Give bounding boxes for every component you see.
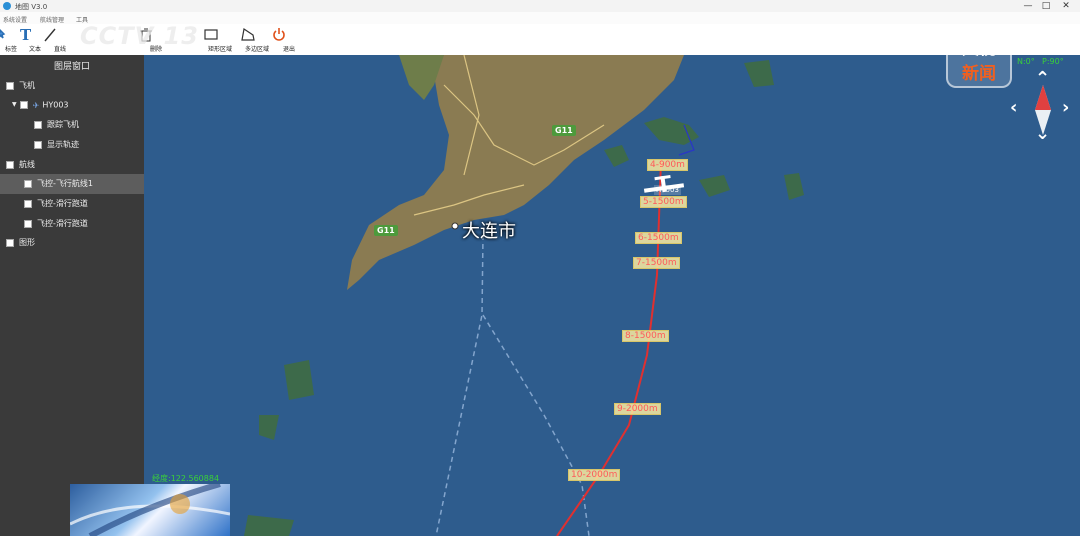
waypoint-label[interactable]: 4-900m (647, 159, 688, 171)
tree-label: 飞机 (19, 81, 35, 90)
checkbox[interactable] (34, 140, 42, 149)
layer-panel: 图层窗口 飞机 ▼ ✈ HY003 跟踪飞机 显示轨迹 航线 飞控-飞行航线1 飞控… (0, 55, 161, 536)
tool-exit-text: 退出 (282, 46, 295, 53)
waypoint-label[interactable]: 6-1500m (635, 232, 682, 244)
tree-item-show-track[interactable]: 显示轨迹 (34, 135, 79, 155)
pan-up-icon[interactable]: ⌃ (1035, 68, 1050, 89)
tree-item-shapes[interactable]: 图形 (6, 233, 35, 253)
pin-icon (0, 28, 6, 39)
waypoint-label[interactable]: 9-2000m (614, 403, 661, 415)
line-icon (44, 28, 56, 42)
broadcast-graphic (70, 484, 230, 536)
map-view[interactable]: 大连市 G11 G11 4-900m HY003 5-1500m 6-1500m… (144, 55, 1080, 536)
layer-panel-title: 图层窗口 (53, 62, 90, 72)
maximize-button[interactable]: □ (1036, 1, 1056, 11)
tool-rect-button[interactable]: 矩形区域 (203, 26, 237, 53)
title-bar: 地图 V3.0 — □ ✕ (0, 0, 1080, 12)
cctv-news-logo: 央视 新闻 (946, 55, 1012, 88)
cctv-watermark: CCTV 13 (80, 22, 199, 50)
island (284, 360, 314, 400)
waypoint-label[interactable]: 7-1500m (633, 257, 680, 269)
window-title: 地图 V3.0 (15, 3, 48, 11)
highway-shield: G11 (374, 225, 398, 236)
tree-item-route-2[interactable]: 飞控-滑行跑道 (24, 194, 88, 214)
checkbox[interactable] (6, 160, 14, 169)
tree-item-routes[interactable]: 航线 (6, 155, 35, 175)
checkbox[interactable] (24, 179, 32, 188)
tree-label: 飞控-滑行跑道 (37, 219, 88, 228)
svg-text:T: T (20, 26, 32, 43)
tool-line-button[interactable]: 直线 (43, 26, 77, 53)
tree-item-track-aircraft[interactable]: 跟踪飞机 (34, 115, 79, 135)
airplane-icon: ✈ (32, 100, 40, 110)
tree-item-route-3[interactable]: 飞控-滑行跑道 (24, 214, 88, 234)
tree-label: 跟踪飞机 (47, 120, 79, 129)
pan-down-icon[interactable]: ⌄ (1035, 123, 1050, 144)
menu-system-settings[interactable]: 系统设置 (3, 15, 27, 24)
pan-left-icon[interactable]: ‹ (1010, 97, 1017, 118)
app-icon (3, 2, 11, 10)
video-thumbnail (70, 484, 230, 536)
checkbox[interactable] (34, 120, 42, 129)
checkbox[interactable] (6, 81, 14, 90)
aircraft-tag: HY003 (654, 185, 681, 195)
waypoint-label[interactable]: 10-2000m (568, 469, 621, 481)
polygon-icon (241, 27, 255, 41)
power-icon (273, 28, 285, 41)
tree-item-aircraft[interactable]: 飞机 (6, 76, 35, 96)
tree-item-hy003[interactable]: ▼ ✈ HY003 (12, 95, 69, 115)
pitch-readout: P:90° (1042, 57, 1064, 66)
tree-label: 飞控-飞行航线1 (37, 179, 93, 188)
tool-line-text: 直线 (53, 46, 66, 53)
tool-label-text: 标签 (4, 46, 17, 53)
close-button[interactable]: ✕ (1056, 1, 1076, 11)
tool-exit-button[interactable]: 退出 (272, 26, 306, 53)
checkbox[interactable] (24, 199, 32, 208)
logo-text-bottom: 新闻 (962, 64, 996, 84)
waypoint-label[interactable]: 5-1500m (640, 196, 687, 208)
highway-shield: G11 (552, 125, 576, 136)
checkbox[interactable] (24, 219, 32, 228)
heading-readout: N:0° (1017, 57, 1035, 66)
checkbox[interactable] (6, 238, 14, 247)
chevron-down-icon[interactable]: ▼ (12, 95, 17, 115)
tool-polygon-text: 多边区域 (244, 46, 269, 53)
tree-label: 图形 (19, 238, 35, 247)
tree-label: HY003 (42, 100, 69, 110)
tool-rect-text: 矩形区域 (207, 46, 232, 53)
menu-route-management[interactable]: 航线管理 (40, 15, 64, 24)
city-label: 大连市 (462, 221, 516, 242)
minimize-button[interactable]: — (1018, 1, 1038, 11)
waypoint-label[interactable]: 8-1500m (622, 330, 669, 342)
tree-label: 航线 (19, 160, 35, 169)
city-marker (451, 222, 459, 230)
tool-polygon-button[interactable]: 多边区域 (240, 26, 274, 53)
tree-item-route-1[interactable]: 飞控-飞行航线1 (0, 174, 161, 194)
tree-label: 显示轨迹 (47, 140, 79, 149)
text-icon: T (20, 26, 32, 43)
pan-right-icon[interactable]: › (1062, 97, 1069, 118)
rect-icon (204, 29, 218, 40)
coordinate-readout: 经度:122.560884 (152, 474, 220, 483)
tool-text-text: 文本 (28, 46, 41, 53)
checkbox[interactable] (19, 101, 28, 109)
map-canvas (144, 55, 1080, 536)
tree-label: 飞控-滑行跑道 (37, 199, 88, 208)
